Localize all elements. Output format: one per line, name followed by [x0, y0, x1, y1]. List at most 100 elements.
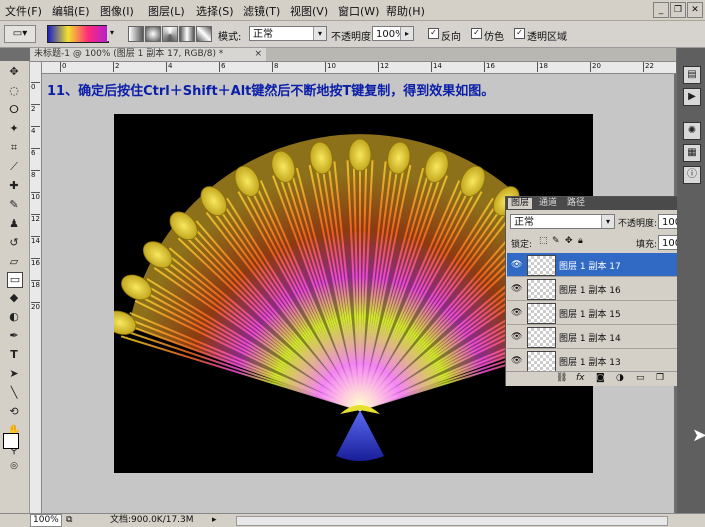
- ruler-tick-label: 10: [31, 192, 40, 201]
- eye-icon[interactable]: 👁︎: [511, 332, 522, 342]
- lock-position-icon[interactable]: ✥: [565, 236, 573, 246]
- ruler-tick-label: 2: [31, 104, 40, 113]
- layer-row[interactable]: 👁︎ 图层 1 副本 14: [507, 325, 697, 349]
- eyedropper-tool-icon[interactable]: ⟋: [7, 160, 21, 174]
- menu-select[interactable]: 选择(S): [196, 3, 234, 19]
- layer-row[interactable]: 👁︎ 图层 1 副本 17: [507, 253, 697, 277]
- new-layer-icon[interactable]: ❐: [656, 373, 664, 383]
- diamond-gradient-icon[interactable]: [196, 26, 212, 42]
- navigator-panel-icon[interactable]: ✺: [683, 122, 701, 140]
- lock-transparency-icon[interactable]: ⬚: [539, 236, 548, 246]
- eye-icon[interactable]: 👁︎: [511, 284, 522, 294]
- status-bar: 100% ⧉ 文档:900.0K/17.3M ▸: [0, 513, 705, 527]
- menu-help[interactable]: 帮助(H): [386, 3, 425, 19]
- lasso-tool-icon[interactable]: ⵔ: [7, 103, 21, 117]
- tool-preset-picker[interactable]: ▭▾: [4, 25, 36, 43]
- menu-image[interactable]: 图像(I): [100, 3, 134, 19]
- layer-mask-icon[interactable]: ◙: [596, 373, 605, 383]
- ruler-tick-label: 18: [537, 62, 548, 72]
- ruler-tick-label: 0: [31, 82, 40, 91]
- gradient-preview[interactable]: [47, 25, 109, 43]
- quick-mask-icon[interactable]: ◎: [7, 459, 21, 473]
- link-layers-icon[interactable]: ⛓: [556, 373, 567, 383]
- reflected-gradient-icon[interactable]: [179, 26, 195, 42]
- close-icon[interactable]: ✕: [687, 2, 703, 18]
- info-panel-icon[interactable]: ⓘ: [683, 166, 701, 184]
- layers-panel-footer: ⛓ fx ◙ ◑ ▭ ❐ 🗑︎: [506, 371, 703, 386]
- histogram-panel-icon[interactable]: ▦: [683, 144, 701, 162]
- close-tab-icon[interactable]: ×: [254, 48, 262, 61]
- brush-tool-icon[interactable]: ✎: [7, 198, 21, 212]
- layer-row[interactable]: 👁︎ 图层 1 副本 16: [507, 277, 697, 301]
- clone-stamp-tool-icon[interactable]: ♟: [7, 217, 21, 231]
- angle-gradient-icon[interactable]: [162, 26, 178, 42]
- magic-wand-tool-icon[interactable]: ✦: [7, 122, 21, 136]
- radial-gradient-icon[interactable]: [145, 26, 161, 42]
- menu-filter[interactable]: 滤镜(T): [243, 3, 280, 19]
- new-group-icon[interactable]: ▭: [636, 373, 645, 383]
- menu-edit[interactable]: 编辑(E): [52, 3, 90, 19]
- move-tool-icon[interactable]: ✥: [7, 65, 21, 79]
- dither-label: 仿色: [484, 32, 504, 43]
- tab-layers[interactable]: 图层: [508, 198, 533, 209]
- gradient-dropdown-icon[interactable]: ▾: [107, 25, 117, 41]
- linear-gradient-icon[interactable]: [128, 26, 144, 42]
- path-selection-tool-icon[interactable]: ➤: [7, 367, 21, 381]
- eye-icon[interactable]: 👁︎: [511, 356, 522, 366]
- dodge-tool-icon[interactable]: ◐: [7, 310, 21, 324]
- ruler-tick-label: 8: [31, 170, 40, 179]
- ruler-tick-label: 12: [31, 214, 40, 223]
- ruler-tick-label: 14: [431, 62, 442, 72]
- menu-window[interactable]: 窗口(W): [338, 3, 379, 19]
- eye-icon[interactable]: 👁︎: [511, 260, 522, 270]
- crop-tool-icon[interactable]: ⌗: [7, 141, 21, 155]
- pen-tool-icon[interactable]: ✒: [7, 329, 21, 343]
- document-tab[interactable]: 未标题-1 @ 100% (图层 1 副本 17, RGB/8) * ×: [30, 48, 266, 61]
- blend-mode-select[interactable]: 正常 ▾: [510, 214, 615, 229]
- tab-paths[interactable]: 路径: [564, 198, 588, 209]
- mouse-cursor-icon: ➤: [692, 425, 705, 446]
- mode-value: 正常: [253, 29, 273, 40]
- healing-brush-tool-icon[interactable]: ✚: [7, 179, 21, 193]
- marquee-tool-icon[interactable]: ◌: [7, 84, 21, 98]
- adjustment-layer-icon[interactable]: ◑: [616, 373, 624, 383]
- history-panel-icon[interactable]: ▤: [683, 66, 701, 84]
- foreground-color-swatch[interactable]: [3, 433, 19, 449]
- line-tool-icon[interactable]: ╲: [7, 386, 21, 400]
- layer-row[interactable]: 👁︎ 图层 1 副本 13: [507, 349, 697, 373]
- menu-view[interactable]: 视图(V): [290, 3, 328, 19]
- menu-layer[interactable]: 图层(L): [148, 3, 185, 19]
- status-menu-icon[interactable]: ▸: [212, 514, 217, 527]
- zoom-level[interactable]: 100%: [30, 514, 62, 527]
- eraser-tool-icon[interactable]: ▱: [7, 255, 21, 269]
- tab-channels[interactable]: 通道: [536, 198, 560, 209]
- transparency-checkbox[interactable]: ✓: [514, 28, 525, 39]
- restore-icon[interactable]: ❐: [670, 2, 686, 18]
- gradient-tool-icon[interactable]: ▭: [7, 272, 23, 288]
- 3d-tool-icon[interactable]: ⟲: [7, 405, 21, 419]
- ruler-tick-label: 0: [60, 62, 67, 72]
- lock-label: 锁定:: [511, 240, 533, 250]
- chevron-down-icon: ▾: [601, 215, 614, 228]
- status-options-icon[interactable]: ⧉: [66, 514, 72, 527]
- reverse-checkbox[interactable]: ✓: [428, 28, 439, 39]
- layer-style-icon[interactable]: fx: [576, 373, 585, 383]
- layer-name: 图层 1 副本 16: [559, 286, 621, 296]
- lock-all-icon[interactable]: 🔒︎: [578, 236, 583, 246]
- lock-pixels-icon[interactable]: ✎: [552, 236, 560, 246]
- opacity-field[interactable]: 100% ▸: [372, 26, 414, 41]
- menu-file[interactable]: 文件(F): [5, 3, 42, 19]
- blur-tool-icon[interactable]: ◆: [7, 291, 21, 305]
- history-brush-tool-icon[interactable]: ↺: [7, 236, 21, 250]
- eye-icon[interactable]: 👁︎: [511, 308, 522, 318]
- actions-panel-icon[interactable]: ▶: [683, 88, 701, 106]
- vertical-ruler: 0 2 4 6 8 10 12 14 16 18 20: [30, 62, 42, 513]
- type-tool-icon[interactable]: T: [7, 348, 21, 362]
- mode-select[interactable]: 正常 ▾: [249, 26, 327, 41]
- layer-opacity-label: 不透明度:: [618, 219, 658, 229]
- ruler-tick-label: 18: [31, 280, 40, 289]
- minimize-icon[interactable]: _: [653, 2, 669, 18]
- horizontal-scrollbar[interactable]: [236, 516, 668, 526]
- dither-checkbox[interactable]: ✓: [471, 28, 482, 39]
- layer-row[interactable]: 👁︎ 图层 1 副本 15: [507, 301, 697, 325]
